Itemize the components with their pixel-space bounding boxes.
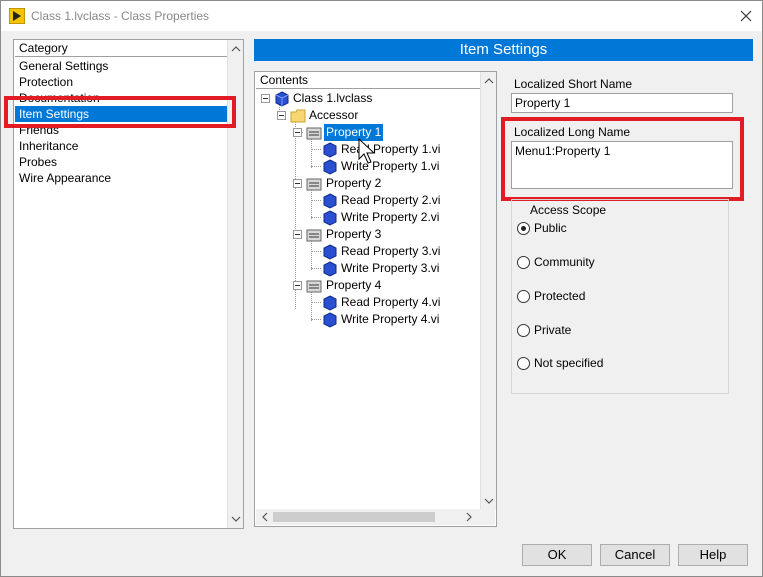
radio-label: Public bbox=[534, 221, 567, 235]
tree-connector bbox=[311, 268, 321, 269]
horizontal-scroll-thumb[interactable] bbox=[273, 512, 435, 522]
tree-label-read-property-3: Read Property 3.vi bbox=[341, 244, 441, 258]
radio-button[interactable] bbox=[517, 222, 530, 235]
radio-label: Private bbox=[534, 323, 572, 337]
collapse-icon[interactable] bbox=[261, 94, 270, 103]
tree-row-accessor[interactable]: Accessor bbox=[255, 107, 495, 124]
category-item-protection[interactable]: Protection bbox=[15, 74, 228, 90]
scroll-up-icon[interactable] bbox=[231, 44, 241, 54]
window-title: Class 1.lvclass - Class Properties bbox=[31, 9, 210, 23]
item-settings-banner: Item Settings bbox=[254, 39, 753, 61]
radio-button[interactable] bbox=[517, 290, 530, 303]
property-folder-icon bbox=[306, 178, 322, 191]
tree-row-read-property-2[interactable]: Read Property 2.vi bbox=[255, 192, 495, 209]
category-item-item-settings[interactable]: Item Settings bbox=[15, 106, 228, 122]
radio-button[interactable] bbox=[517, 324, 530, 337]
property-folder-icon bbox=[306, 229, 322, 242]
tree-label-write-property-3: Write Property 3.vi bbox=[341, 261, 440, 275]
tree-label-read-property-1: Read Property 1.vi bbox=[341, 142, 441, 156]
short-name-input[interactable]: Property 1 bbox=[511, 93, 733, 113]
tree-connector bbox=[311, 302, 321, 303]
property-folder-icon bbox=[306, 280, 322, 293]
scroll-left-icon[interactable] bbox=[260, 512, 270, 522]
vi-icon bbox=[323, 261, 337, 277]
vi-icon bbox=[323, 210, 337, 226]
contents-vertical-scrollbar[interactable] bbox=[480, 72, 496, 510]
class-properties-dialog: Class 1.lvclass - Class Properties Categ… bbox=[0, 0, 763, 577]
tree-label-property-2: Property 2 bbox=[326, 176, 382, 190]
vi-icon bbox=[323, 312, 337, 328]
tree-row-write-property-4[interactable]: Write Property 4.vi bbox=[255, 311, 495, 328]
vi-icon bbox=[323, 295, 337, 311]
tree-row-property-4[interactable]: Property 4 bbox=[255, 277, 495, 294]
radio-label: Community bbox=[534, 255, 595, 269]
collapse-icon[interactable] bbox=[293, 230, 302, 239]
tree-label-write-property-4: Write Property 4.vi bbox=[341, 312, 440, 326]
collapse-icon[interactable] bbox=[293, 128, 302, 137]
vi-icon bbox=[323, 244, 337, 260]
scroll-down-icon[interactable] bbox=[231, 514, 241, 524]
tree-connector bbox=[311, 200, 321, 201]
collapse-icon[interactable] bbox=[277, 111, 286, 120]
help-button[interactable]: Help bbox=[678, 544, 748, 566]
collapse-icon[interactable] bbox=[293, 179, 302, 188]
tree-connector bbox=[311, 217, 321, 218]
tree-row-read-property-3[interactable]: Read Property 3.vi bbox=[255, 243, 495, 260]
tree-row-read-property-4[interactable]: Read Property 4.vi bbox=[255, 294, 495, 311]
radio-button[interactable] bbox=[517, 357, 530, 370]
tree-label-write-property-2: Write Property 2.vi bbox=[341, 210, 440, 224]
scroll-down-icon[interactable] bbox=[484, 496, 494, 506]
property-folder-icon bbox=[306, 127, 322, 140]
radio-label: Not specified bbox=[534, 356, 604, 370]
collapse-icon[interactable] bbox=[293, 281, 302, 290]
category-list-panel: Category General Settings Protection Doc… bbox=[13, 39, 244, 529]
mouse-cursor-icon bbox=[358, 137, 376, 164]
vi-icon bbox=[323, 193, 337, 209]
cancel-button[interactable]: Cancel bbox=[600, 544, 670, 566]
category-item-general-settings[interactable]: General Settings bbox=[15, 58, 228, 74]
tree-label-read-property-2: Read Property 2.vi bbox=[341, 193, 441, 207]
tree-row-property-2[interactable]: Property 2 bbox=[255, 175, 495, 192]
close-icon[interactable] bbox=[737, 7, 755, 25]
category-item-documentation[interactable]: Documentation bbox=[15, 90, 228, 106]
tree-row-class[interactable]: Class 1.lvclass bbox=[255, 90, 495, 107]
category-list: General Settings Protection Documentatio… bbox=[15, 58, 228, 186]
tree-label-accessor: Accessor bbox=[309, 108, 359, 122]
tree-connector bbox=[311, 149, 321, 150]
tree-connector bbox=[311, 319, 321, 320]
category-item-friends[interactable]: Friends bbox=[15, 122, 228, 138]
tree-row-property-3[interactable]: Property 3 bbox=[255, 226, 495, 243]
access-scope-title: Access Scope bbox=[528, 203, 609, 217]
category-item-probes[interactable]: Probes bbox=[15, 154, 228, 170]
vi-icon bbox=[323, 142, 337, 158]
tree-label-read-property-4: Read Property 4.vi bbox=[341, 295, 441, 309]
title-bar: Class 1.lvclass - Class Properties bbox=[1, 1, 762, 31]
ok-button[interactable]: OK bbox=[522, 544, 592, 566]
scroll-up-icon[interactable] bbox=[484, 76, 494, 86]
folder-icon bbox=[290, 109, 306, 123]
scroll-right-icon[interactable] bbox=[464, 512, 474, 522]
contents-horizontal-scrollbar[interactable] bbox=[256, 509, 495, 525]
vi-icon bbox=[323, 159, 337, 175]
category-item-inheritance[interactable]: Inheritance bbox=[15, 138, 228, 154]
tree-connector bbox=[311, 251, 321, 252]
tree-label-write-property-1: Write Property 1.vi bbox=[341, 159, 440, 173]
short-name-label: Localized Short Name bbox=[514, 77, 633, 91]
long-name-textarea[interactable]: Menu1:Property 1 bbox=[511, 141, 733, 189]
tree-connector bbox=[311, 166, 321, 167]
contents-header: Contents bbox=[256, 73, 495, 89]
category-scrollbar[interactable] bbox=[227, 40, 243, 528]
tree-label-property-3: Property 3 bbox=[326, 227, 382, 241]
tree-row-write-property-3[interactable]: Write Property 3.vi bbox=[255, 260, 495, 277]
tree-label-property-4: Property 4 bbox=[326, 278, 382, 292]
lvclass-icon bbox=[275, 91, 289, 107]
category-header: Category bbox=[15, 41, 228, 57]
labview-app-icon bbox=[9, 8, 25, 24]
radio-label: Protected bbox=[534, 289, 586, 303]
category-item-wire-appearance[interactable]: Wire Appearance bbox=[15, 170, 228, 186]
tree-row-write-property-2[interactable]: Write Property 2.vi bbox=[255, 209, 495, 226]
radio-button[interactable] bbox=[517, 256, 530, 269]
long-name-label: Localized Long Name bbox=[514, 125, 631, 139]
tree-label-class: Class 1.lvclass bbox=[293, 91, 373, 105]
